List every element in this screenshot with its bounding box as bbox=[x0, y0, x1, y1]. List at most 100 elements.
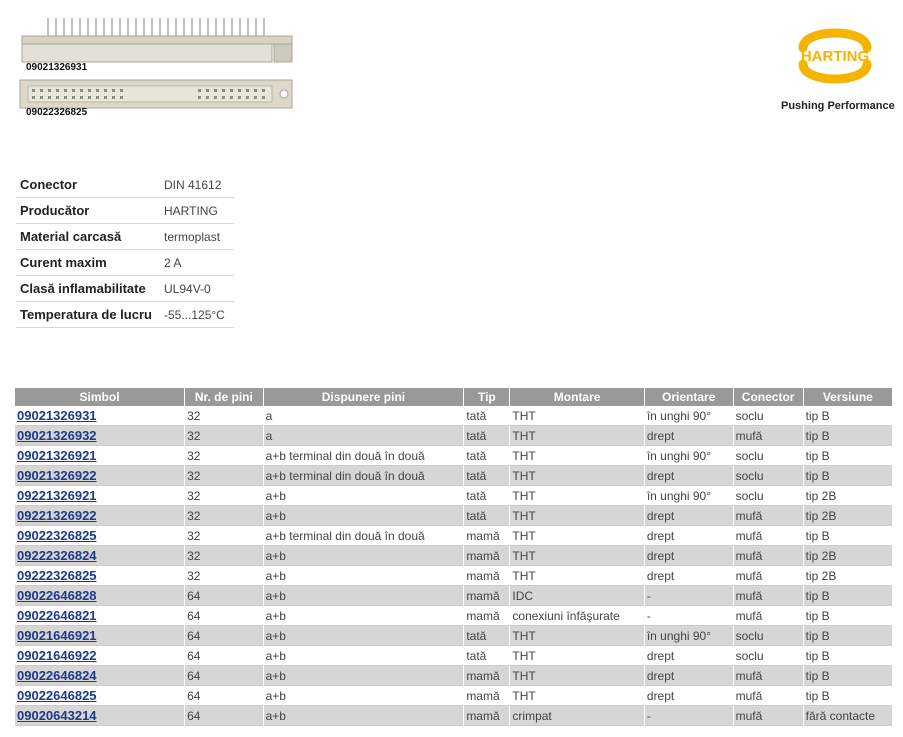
table-row: 09021326932 32 a tată THT drept mufă tip B bbox=[15, 426, 892, 446]
cell-montare: conexiuni înfăşurate bbox=[510, 606, 644, 626]
cell-nr-pini: 64 bbox=[185, 646, 263, 666]
product-link[interactable]: 09022646821 bbox=[17, 608, 97, 623]
cell-montare: THT bbox=[510, 406, 644, 426]
cell-simbol: 09022646821 bbox=[15, 606, 185, 626]
cell-dispunere-pini: a+b bbox=[263, 646, 464, 666]
column-header-tip: Tip bbox=[464, 388, 510, 406]
cell-orientare: drept bbox=[644, 466, 733, 486]
cell-simbol: 09021326931 bbox=[15, 406, 185, 426]
product-link[interactable]: 09022646828 bbox=[17, 588, 97, 603]
connector-image-angled bbox=[21, 18, 293, 63]
table-row: 09221326922 32 a+b tată THT drept mufă tip 2B bbox=[15, 506, 892, 526]
cell-montare: THT bbox=[510, 506, 644, 526]
product-link[interactable]: 09021326921 bbox=[17, 448, 97, 463]
harting-logo: HARTING bbox=[798, 28, 872, 84]
column-header-dispunere-pini: Dispunere pini bbox=[263, 388, 464, 406]
spec-value: UL94V-0 bbox=[160, 275, 234, 302]
spec-value: 2 A bbox=[160, 249, 234, 276]
cell-versiune: tip 2B bbox=[803, 566, 892, 586]
cell-nr-pini: 64 bbox=[185, 606, 263, 626]
cell-simbol: 09021326932 bbox=[15, 426, 185, 446]
table-row: 09021646922 64 a+b tată THT drept soclu tip B bbox=[15, 646, 892, 666]
product-table: Simbol Nr. de pini Dispunere pini Tip Montar… bbox=[14, 388, 893, 726]
cell-versiune: tip B bbox=[803, 466, 892, 486]
cell-conector: mufă bbox=[733, 426, 803, 446]
spec-label: Material carcasă bbox=[16, 223, 160, 250]
cell-tip: mamă bbox=[464, 566, 510, 586]
column-header-simbol: Simbol bbox=[15, 388, 185, 406]
column-header-montare: Montare bbox=[510, 388, 644, 406]
table-row: 09022326825 32 a+b terminal din două în do… bbox=[15, 526, 892, 546]
cell-tip: mamă bbox=[464, 526, 510, 546]
cell-conector: mufă bbox=[733, 566, 803, 586]
cell-dispunere-pini: a+b bbox=[263, 606, 464, 626]
cell-dispunere-pini: a+b terminal din două în două bbox=[263, 526, 464, 546]
cell-montare: THT bbox=[510, 566, 644, 586]
product-link[interactable]: 09021326932 bbox=[17, 428, 97, 443]
cell-tip: mamă bbox=[464, 686, 510, 706]
cell-orientare: - bbox=[644, 606, 733, 626]
table-row: 09022646824 64 a+b mamă THT drept mufă tip B bbox=[15, 666, 892, 686]
cell-dispunere-pini: a bbox=[263, 426, 464, 446]
product-link[interactable]: 09021326931 bbox=[17, 408, 97, 423]
cell-simbol: 09022646825 bbox=[15, 686, 185, 706]
product-link[interactable]: 09021646921 bbox=[17, 628, 97, 643]
cell-tip: tată bbox=[464, 446, 510, 466]
cell-tip: mamă bbox=[464, 586, 510, 606]
product-link[interactable]: 09221326922 bbox=[17, 508, 97, 523]
cell-simbol: 09021646922 bbox=[15, 646, 185, 666]
product-link[interactable]: 09022646824 bbox=[17, 668, 97, 683]
cell-versiune: tip B bbox=[803, 426, 892, 446]
cell-simbol: 09022646824 bbox=[15, 666, 185, 686]
cell-dispunere-pini: a bbox=[263, 406, 464, 426]
product-link[interactable]: 09021326922 bbox=[17, 468, 97, 483]
product-link[interactable]: 09022646825 bbox=[17, 688, 97, 703]
spec-row: Producător HARTING bbox=[16, 197, 234, 224]
spec-label: Curent maxim bbox=[16, 249, 160, 276]
cell-dispunere-pini: a+b bbox=[263, 486, 464, 506]
cell-simbol: 09022646828 bbox=[15, 586, 185, 606]
cell-nr-pini: 32 bbox=[185, 526, 263, 546]
cell-tip: tată bbox=[464, 506, 510, 526]
connector-image-straight bbox=[19, 79, 293, 109]
product-link[interactable]: 09020643214 bbox=[17, 708, 97, 723]
cell-nr-pini: 64 bbox=[185, 586, 263, 606]
product-link[interactable]: 09222326824 bbox=[17, 548, 97, 563]
spec-value: DIN 41612 bbox=[160, 172, 234, 198]
cell-conector: mufă bbox=[733, 546, 803, 566]
cell-dispunere-pini: a+b bbox=[263, 626, 464, 646]
cell-versiune: tip 2B bbox=[803, 486, 892, 506]
column-header-orientare: Orientare bbox=[644, 388, 733, 406]
product-link[interactable]: 09021646922 bbox=[17, 648, 97, 663]
cell-versiune: tip B bbox=[803, 406, 892, 426]
cell-montare: THT bbox=[510, 446, 644, 466]
cell-orientare: drept bbox=[644, 426, 733, 446]
cell-simbol: 09222326825 bbox=[15, 566, 185, 586]
cell-conector: mufă bbox=[733, 706, 803, 726]
cell-conector: soclu bbox=[733, 626, 803, 646]
cell-simbol: 09022326825 bbox=[15, 526, 185, 546]
product-link[interactable]: 09221326921 bbox=[17, 488, 97, 503]
cell-tip: mamă bbox=[464, 706, 510, 726]
spec-row: Curent maxim 2 A bbox=[16, 249, 234, 276]
spec-label: Producător bbox=[16, 197, 160, 224]
image2-code-label: 09022326825 bbox=[26, 107, 88, 118]
spec-value: -55...125°C bbox=[160, 301, 234, 328]
cell-dispunere-pini: a+b bbox=[263, 586, 464, 606]
spec-row: Conector DIN 41612 bbox=[16, 172, 234, 198]
cell-orientare: drept bbox=[644, 666, 733, 686]
product-link[interactable]: 09022326825 bbox=[17, 528, 97, 543]
spec-label: Clasă inflamabilitate bbox=[16, 275, 160, 302]
spec-label: Conector bbox=[16, 172, 160, 198]
product-link[interactable]: 09222326825 bbox=[17, 568, 97, 583]
cell-tip: tată bbox=[464, 626, 510, 646]
cell-versiune: tip 2B bbox=[803, 506, 892, 526]
cell-simbol: 09021326922 bbox=[15, 466, 185, 486]
cell-versiune: tip B bbox=[803, 646, 892, 666]
cell-dispunere-pini: a+b bbox=[263, 566, 464, 586]
cell-nr-pini: 32 bbox=[185, 446, 263, 466]
table-row: 09222326825 32 a+b mamă THT drept mufă tip 2B bbox=[15, 566, 892, 586]
spec-value: HARTING bbox=[160, 197, 234, 224]
cell-simbol: 09021326921 bbox=[15, 446, 185, 466]
cell-dispunere-pini: a+b bbox=[263, 686, 464, 706]
